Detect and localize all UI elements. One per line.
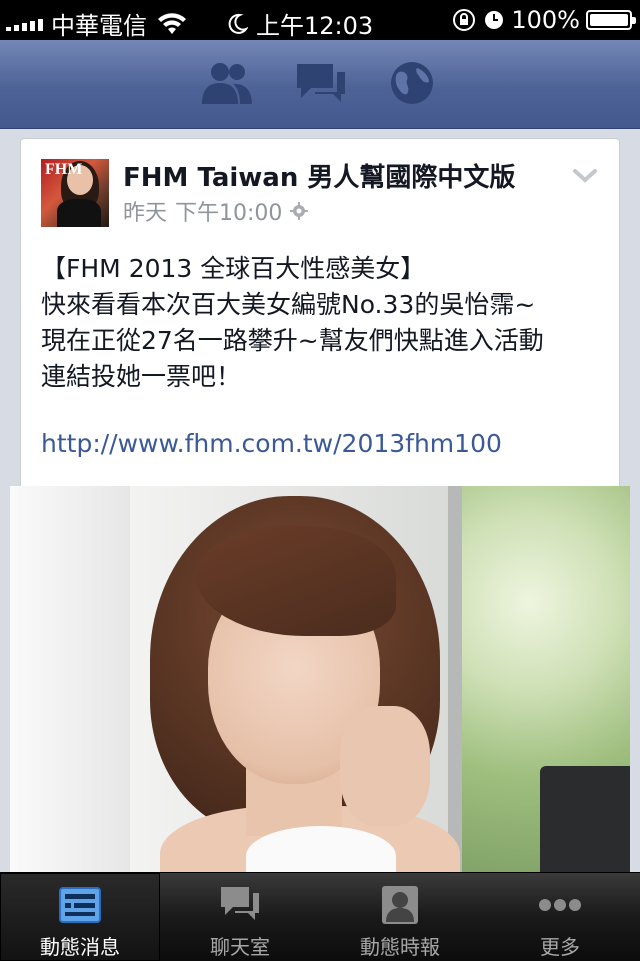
battery-icon [586,10,636,30]
news-feed-icon [59,887,101,923]
timeline-icon [382,886,418,924]
post-photo[interactable] [10,486,630,874]
tab-label: 動態時報 [360,935,440,959]
status-bar: 中華電信 上午12:03 100% [0,0,640,40]
chat-icon [221,887,259,920]
battery-fill [590,14,628,26]
tab-chat[interactable]: 聊天室 [160,873,320,961]
more-icon [539,899,581,911]
signal-strength-icon [6,17,43,31]
tab-label: 聊天室 [210,935,270,959]
post-time[interactable]: 下午10:00 [175,195,282,227]
alarm-clock-icon [485,11,504,29]
messages-icon[interactable] [293,60,347,106]
photo-hand [340,706,430,826]
photo-wall-left [10,486,130,874]
post-meta: 昨天 下午10:00 [123,195,309,227]
rotation-lock-icon [453,9,476,31]
post-text-line: 快來看看本次百大美女編號No.33的吳怡霈~ [41,290,536,319]
post-text-line: 【FHM 2013 全球百大性感美女】 [41,254,426,283]
top-nav-bar [0,40,640,129]
tab-label: 更多 [540,935,580,959]
post-url-link[interactable]: http://www.fhm.com.tw/2013fhm100 [41,429,502,458]
page-name-link[interactable]: FHM Taiwan 男人幫國際中文版 [123,157,515,194]
bottom-tab-bar: 動態消息 聊天室 動態時報 更多 [0,872,640,961]
post-message: 【FHM 2013 全球百大性感美女】 快來看看本次百大美女編號No.33的吳怡… [41,251,606,395]
status-bar-right: 100% [451,6,636,34]
post-text-line: 現在正從27名一路攀升~幫友們快點進入活動 [41,326,544,355]
do-not-disturb-moon-icon [228,13,248,34]
tab-news-feed[interactable]: 動態消息 [0,873,160,961]
status-bar-center: 上午12:03 [226,6,373,41]
post-date: 昨天 [123,201,168,226]
status-bar-left: 中華電信 [6,6,193,41]
privacy-gear-icon [290,202,309,220]
status-time: 上午12:03 [256,12,374,40]
avatar-body [57,199,101,227]
friend-requests-icon[interactable] [200,60,254,106]
battery-percent: 100% [511,6,580,34]
post-options-chevron-down-icon[interactable] [573,169,597,183]
tab-timeline[interactable]: 動態時報 [320,873,480,961]
post-text-line: 連結投她一票吧！ [41,362,242,391]
wifi-icon [158,12,186,34]
avatar-logo: FHM [45,161,83,178]
tab-more[interactable]: 更多 [480,873,640,961]
photo-appliance [540,766,630,874]
notifications-globe-icon[interactable] [385,60,439,106]
tab-label: 動態消息 [40,935,120,959]
carrier-name: 中華電信 [51,12,147,40]
page-avatar[interactable]: FHM [41,159,109,227]
